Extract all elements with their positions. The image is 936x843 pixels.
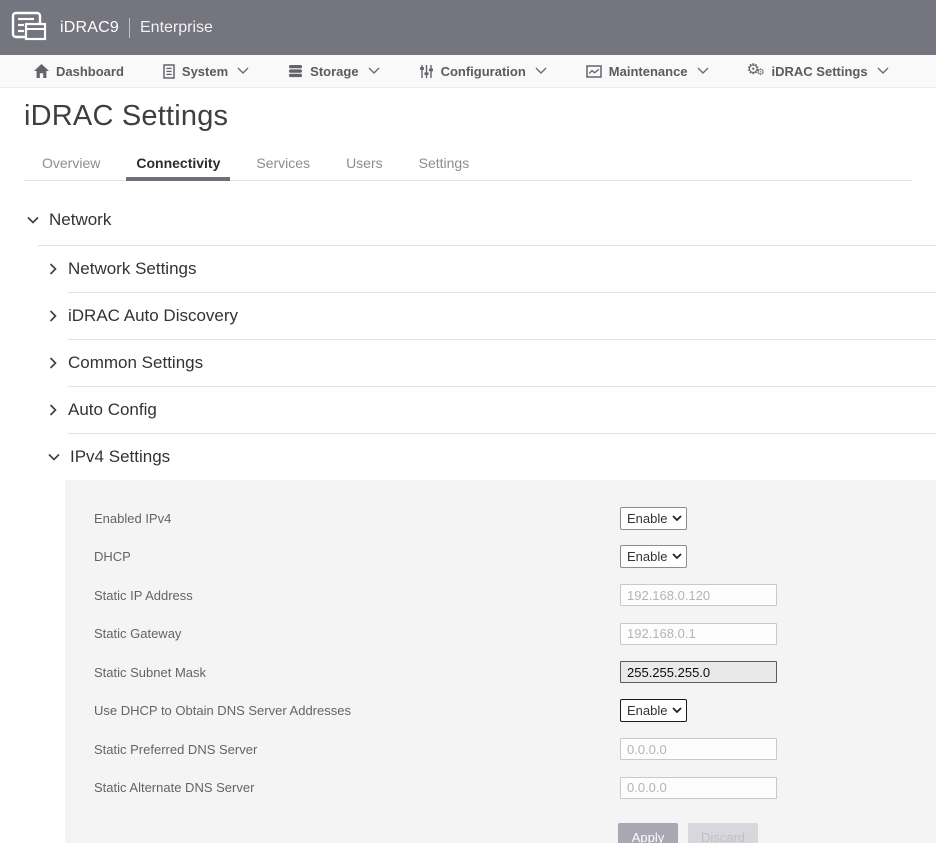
system-icon (163, 64, 175, 79)
form-row-static-ip: Static IP Address (94, 576, 936, 615)
section-auto-config[interactable]: Auto Config (0, 387, 936, 433)
static-ip-input (620, 584, 777, 606)
button-row: Apply Discard (94, 823, 936, 843)
idrac-logo-icon (10, 10, 50, 46)
configuration-icon (419, 64, 434, 79)
form-row-preferred-dns: Static Preferred DNS Server (94, 730, 936, 769)
enabled-ipv4-select[interactable]: Enabled (620, 507, 687, 530)
page-head: iDRAC Settings Overview Connectivity Ser… (0, 88, 936, 181)
sections: Network Network Settings iDRAC Auto Disc… (0, 181, 936, 843)
form-row-alternate-dns: Static Alternate DNS Server (94, 769, 936, 808)
chevron-down-icon (26, 214, 40, 226)
nav-item-system[interactable]: System (163, 64, 249, 79)
chevron-down-icon (697, 67, 709, 75)
chevron-right-icon (47, 403, 59, 417)
chevron-down-icon (368, 67, 380, 75)
static-gateway-input (620, 623, 777, 645)
masthead: iDRAC9 Enterprise (0, 0, 936, 55)
field-label: Static Preferred DNS Server (94, 742, 620, 757)
chevron-down-icon (877, 67, 889, 75)
nav-item-maintenance[interactable]: Maintenance (586, 64, 709, 79)
nav-label: Configuration (441, 64, 526, 79)
form-row-static-gateway: Static Gateway (94, 615, 936, 654)
brand: iDRAC9 Enterprise (60, 18, 213, 38)
section-label: Network Settings (68, 259, 197, 279)
page-title: iDRAC Settings (24, 100, 912, 133)
product-name: iDRAC9 (60, 19, 119, 37)
field-label: Static Gateway (94, 626, 620, 641)
form-row-static-subnet-mask: Static Subnet Mask (94, 653, 936, 692)
field-label: Static Alternate DNS Server (94, 780, 620, 795)
tab-services[interactable]: Services (254, 147, 312, 180)
tab-bar: Overview Connectivity Services Users Set… (24, 147, 912, 181)
field-label: Static IP Address (94, 588, 620, 603)
section-label: IPv4 Settings (70, 447, 170, 467)
field-label: Use DHCP to Obtain DNS Server Addresses (94, 703, 620, 718)
static-subnet-mask-input[interactable] (620, 661, 777, 683)
nav-item-idrac-settings[interactable]: ⚙⚙ iDRAC Settings (748, 63, 889, 79)
home-icon (34, 64, 49, 78)
chevron-down-icon (47, 451, 61, 463)
nav-label: Maintenance (609, 64, 688, 79)
chevron-right-icon (47, 309, 59, 323)
form-row-dns-dhcp: Use DHCP to Obtain DNS Server Addresses … (94, 692, 936, 731)
nav-label: System (182, 64, 228, 79)
dhcp-select[interactable]: Enabled (620, 545, 687, 568)
field-label: DHCP (94, 549, 620, 564)
nav-label: iDRAC Settings (772, 64, 868, 79)
tab-users[interactable]: Users (344, 147, 385, 180)
field-label: Static Subnet Mask (94, 665, 620, 680)
nav-item-dashboard[interactable]: Dashboard (34, 64, 124, 79)
chevron-down-icon (237, 67, 249, 75)
tab-overview[interactable]: Overview (40, 147, 102, 180)
gears-icon: ⚙⚙ (748, 63, 765, 79)
edition-name: Enterprise (140, 19, 213, 37)
tab-connectivity[interactable]: Connectivity (134, 147, 222, 180)
preferred-dns-input (620, 738, 777, 760)
nav-label: Storage (310, 64, 358, 79)
section-network[interactable]: Network (0, 195, 936, 245)
chevron-right-icon (47, 356, 59, 370)
brand-divider (129, 18, 130, 38)
section-label: iDRAC Auto Discovery (68, 306, 238, 326)
form-row-enabled-ipv4: Enabled IPv4 Enabled (94, 499, 936, 538)
alternate-dns-input (620, 777, 777, 799)
section-label: Common Settings (68, 353, 203, 373)
apply-button[interactable]: Apply (618, 823, 678, 843)
ipv4-settings-panel: Enabled IPv4 Enabled DHCP Enabled Static… (65, 480, 936, 843)
section-network-settings[interactable]: Network Settings (0, 246, 936, 292)
maintenance-icon (586, 65, 602, 78)
discard-button[interactable]: Discard (688, 823, 758, 843)
form-row-dhcp: DHCP Enabled (94, 538, 936, 577)
field-label: Enabled IPv4 (94, 511, 620, 526)
section-label: Network (49, 210, 111, 230)
section-common-settings[interactable]: Common Settings (0, 340, 936, 386)
nav-item-storage[interactable]: Storage (288, 64, 379, 79)
section-idrac-auto-discovery[interactable]: iDRAC Auto Discovery (0, 293, 936, 339)
nav-item-configuration[interactable]: Configuration (419, 64, 547, 79)
chevron-right-icon (47, 262, 59, 276)
section-ipv4-settings[interactable]: IPv4 Settings (0, 434, 936, 480)
section-label: Auto Config (68, 400, 157, 420)
dns-from-dhcp-select[interactable]: Enabled (620, 699, 687, 722)
top-navigation: Dashboard System Storage Configuration (0, 55, 936, 88)
nav-label: Dashboard (56, 64, 124, 79)
storage-icon (288, 64, 303, 78)
tab-settings[interactable]: Settings (417, 147, 472, 180)
chevron-down-icon (535, 67, 547, 75)
